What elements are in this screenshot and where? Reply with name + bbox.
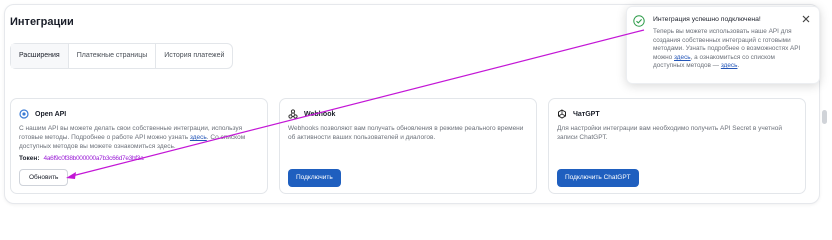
- webhook-card-title: Webhook: [304, 110, 336, 118]
- openapi-card-header: Open API: [19, 109, 66, 119]
- close-icon[interactable]: [801, 14, 811, 24]
- chatgpt-card-title: ЧатGPT: [573, 110, 600, 118]
- webhook-card-header: Webhook: [288, 109, 335, 119]
- connect-webhook-button[interactable]: Подключить: [288, 169, 341, 187]
- open-api-icon: [19, 109, 29, 119]
- webhook-card-description: Webhooks позволяют вам получать обновлен…: [288, 125, 524, 141]
- tab-payment-pages[interactable]: Платежные страницы: [69, 44, 157, 68]
- page-title: Интеграции: [10, 16, 74, 28]
- token-label: Токен:: [19, 155, 40, 162]
- success-toast: Интеграция успешно подключена! Теперь вы…: [626, 6, 820, 84]
- chatgpt-card: ЧатGPT Для настройки интеграции вам необ…: [548, 98, 806, 194]
- openapi-docs-link[interactable]: здесь: [190, 134, 207, 141]
- toast-methods-link[interactable]: здесь: [721, 62, 738, 69]
- success-check-icon: [633, 15, 645, 27]
- webhook-card: Webhook Webhooks позволяют вам получать …: [279, 98, 537, 194]
- tab-bar: Расширения Платежные страницы История пл…: [10, 43, 234, 69]
- tab-payment-history[interactable]: История платежей: [156, 44, 232, 68]
- openapi-card: Open API С нашим API вы можете делать св…: [10, 98, 268, 194]
- token-value: 4a6f9c0f38b000000a7b3c66d7e3bf3a: [43, 155, 144, 162]
- scrollbar-thumb[interactable]: [822, 110, 827, 124]
- toast-title: Интеграция успешно подключена!: [653, 16, 761, 23]
- chatgpt-card-header: ЧатGPT: [557, 109, 600, 119]
- token-row: Токен: 4a6f9c0f38b000000a7b3c66d7e3bf3a: [19, 155, 144, 162]
- toast-api-link[interactable]: здесь: [674, 54, 691, 61]
- refresh-token-button[interactable]: Обновить: [19, 169, 69, 186]
- connect-chatgpt-button[interactable]: Подключить ChatGPT: [557, 169, 639, 187]
- chatgpt-card-description: Для настройки интеграции вам необходимо …: [557, 125, 782, 141]
- openapi-card-title: Open API: [35, 110, 67, 118]
- chatgpt-icon: [558, 109, 566, 119]
- webhook-icon: [288, 109, 298, 119]
- tab-extensions[interactable]: Расширения: [11, 44, 69, 68]
- openapi-card-description: С нашим API вы можете делать свои собств…: [19, 125, 246, 150]
- toast-body: Теперь вы можете использовать наше API д…: [653, 28, 801, 70]
